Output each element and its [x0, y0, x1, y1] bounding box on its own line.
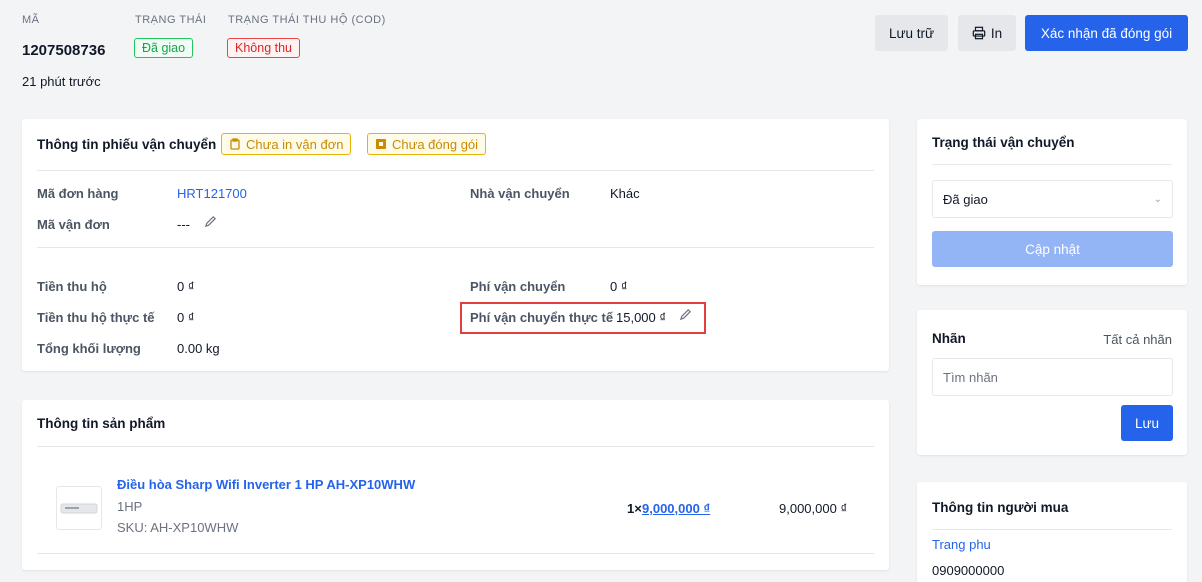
product-variant: 1HP	[117, 499, 143, 514]
product-quantity: 1×	[627, 501, 642, 516]
labels-card: Nhãn Tất cả nhãn Tìm nhãn Lưu	[917, 310, 1187, 455]
time-ago: 21 phút trước	[22, 74, 101, 89]
order-code-label: Mã đơn hàng	[37, 186, 119, 201]
product-sku: SKU: AH-XP10WHW	[117, 520, 239, 535]
not-printed-label: Chưa in vận đơn	[246, 136, 344, 152]
shipping-status-selected: Đã giao	[943, 191, 988, 207]
divider	[37, 247, 874, 248]
product-unit-price[interactable]: 9,000,000 ₫	[642, 501, 710, 516]
buyer-info-title: Thông tin người mua	[932, 500, 1069, 515]
print-button-label: In	[990, 25, 1003, 41]
divider	[37, 446, 874, 447]
chevron-down-icon: ⌄	[1153, 193, 1162, 205]
buyer-name-link[interactable]: Trang phu	[932, 537, 991, 552]
tracking-label: Mã vận đơn	[37, 217, 110, 232]
not-packed-tag: Chưa đóng gói	[367, 133, 487, 155]
product-info-card: Thông tin sản phẩm Điều hòa Sharp Wifi I…	[22, 400, 889, 570]
confirm-packed-button[interactable]: Xác nhận đã đóng gói	[1025, 15, 1188, 51]
cod-status-label: TRẠNG THÁI THU HỘ (COD)	[228, 14, 386, 26]
label-search-input[interactable]: Tìm nhãn	[932, 358, 1173, 396]
shipment-code: 1207508736	[22, 42, 106, 59]
shipping-fee-label: Phí vận chuyển	[470, 279, 566, 294]
shipment-info-title: Thông tin phiếu vận chuyển	[37, 137, 217, 152]
product-info-title: Thông tin sản phẩm	[37, 416, 166, 431]
all-labels-link[interactable]: Tất cả nhãn	[1103, 332, 1172, 347]
labels-title: Nhãn	[932, 331, 966, 346]
not-packed-label: Chưa đóng gói	[392, 136, 479, 152]
save-labels-label: Lưu	[1134, 415, 1160, 431]
product-total: 9,000,000 ₫	[779, 501, 848, 516]
edit-tracking-icon[interactable]	[204, 215, 217, 231]
cod-value: 0 ₫	[177, 279, 195, 294]
cod-actual-label: Tiền thu hộ thực tế	[37, 310, 155, 325]
archive-button-label: Lưu trữ	[888, 25, 935, 41]
divider	[932, 529, 1172, 530]
package-icon	[375, 138, 387, 150]
printer-icon	[972, 26, 986, 40]
product-name-link[interactable]: Điều hòa Sharp Wifi Inverter 1 HP AH-XP1…	[117, 477, 415, 492]
confirm-packed-label: Xác nhận đã đóng gói	[1040, 25, 1173, 41]
divider	[37, 170, 874, 171]
divider	[932, 164, 1172, 165]
print-button[interactable]: In	[958, 15, 1016, 51]
label-search-placeholder: Tìm nhãn	[943, 369, 998, 385]
status-label: TRẠNG THÁI	[135, 14, 207, 26]
shipping-status-card: Trạng thái vận chuyển Đã giao ⌄ Cập nhật	[917, 119, 1187, 285]
tracking-value: ---	[177, 217, 190, 232]
clipboard-icon	[229, 138, 241, 150]
shipping-status-select[interactable]: Đã giao ⌄	[932, 180, 1173, 218]
product-thumbnail	[56, 486, 102, 530]
save-labels-button[interactable]: Lưu	[1121, 405, 1173, 441]
shipping-status-title: Trạng thái vận chuyển	[932, 135, 1075, 150]
archive-button[interactable]: Lưu trữ	[875, 15, 948, 51]
shipping-fee-value: 0 ₫	[610, 279, 628, 294]
status-badge: Đã giao	[134, 38, 194, 58]
update-status-button[interactable]: Cập nhật	[932, 231, 1173, 267]
actual-shipping-fee-label: Phí vận chuyển thực tế	[470, 310, 614, 325]
cod-status-badge: Không thu	[227, 38, 300, 58]
buyer-phone: 0909000000	[932, 563, 1005, 578]
cod-label: Tiền thu hộ	[37, 279, 107, 294]
cod-actual-value: 0 ₫	[177, 310, 195, 325]
weight-label: Tổng khối lượng	[37, 341, 141, 356]
edit-shipping-fee-icon[interactable]	[679, 308, 692, 324]
divider	[37, 553, 874, 554]
update-status-label: Cập nhật	[1025, 241, 1080, 257]
carrier-label: Nhà vận chuyển	[470, 186, 570, 201]
carrier-value: Khác	[610, 186, 640, 201]
actual-shipping-fee-value: 15,000 ₫	[616, 310, 667, 325]
weight-value: 0.00 kg	[177, 341, 220, 356]
shipment-info-card: Thông tin phiếu vận chuyển Chưa in vận đ…	[22, 119, 889, 371]
not-printed-tag: Chưa in vận đơn	[221, 133, 352, 155]
order-code-link[interactable]: HRT121700	[177, 186, 247, 201]
buyer-info-card: Thông tin người mua Trang phu 0909000000	[917, 482, 1187, 582]
code-label: MÃ	[22, 14, 40, 26]
